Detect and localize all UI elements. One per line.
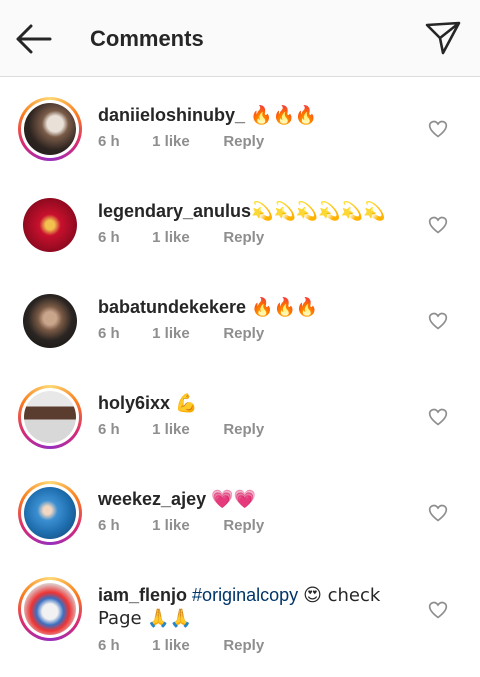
heart-outline-icon[interactable] [428,215,448,235]
comment-item: babatundekekere 🔥🔥🔥 6 h 1 like Reply [0,269,480,365]
comment-username[interactable]: iam_flenjo [98,585,187,605]
avatar [23,198,77,252]
reply-button[interactable]: Reply [223,133,264,150]
back-arrow-icon[interactable] [14,22,54,56]
heart-outline-icon[interactable] [428,119,448,139]
comment-list: daniieloshinuby_ 🔥🔥🔥 6 h 1 like Reply le… [0,77,480,677]
comment-likes[interactable]: 1 like [152,517,219,534]
comment-text: 💗💗 [211,489,256,510]
avatar [24,487,76,539]
avatar [24,583,76,635]
story-ring[interactable] [18,481,82,545]
heart-outline-icon[interactable] [428,407,448,427]
heart-outline-icon[interactable] [428,503,448,523]
comment-text: 🔥🔥🔥 [251,297,319,318]
comment-time: 6 h [98,421,120,438]
comment-username[interactable]: weekez_ajey [98,489,206,509]
story-ring[interactable] [18,577,82,641]
avatar-frame[interactable] [18,289,82,353]
page-title: Comments [90,26,204,51]
reply-button[interactable]: Reply [223,421,264,438]
comment-text: 🔥🔥🔥 [250,105,318,126]
story-ring[interactable] [18,385,82,449]
heart-outline-icon[interactable] [428,311,448,331]
comment-likes[interactable]: 1 like [152,325,219,342]
comment-item: iam_flenjo #originalcopy 😍 check Page 🙏🙏… [0,557,480,677]
comment-time: 6 h [98,229,120,246]
reply-button[interactable]: Reply [223,229,264,246]
comment-item: holy6ixx 💪 6 h 1 like Reply [0,365,480,461]
reply-button[interactable]: Reply [223,517,264,534]
top-bar: Comments [0,0,480,77]
comment-time: 6 h [98,325,120,342]
comment-username[interactable]: holy6ixx [98,393,170,413]
comment-username[interactable]: legendary_anulus [98,201,251,221]
comment-likes[interactable]: 1 like [152,229,219,246]
avatar [24,103,76,155]
avatar [24,391,76,443]
comment-time: 6 h [98,517,120,534]
comment-item: daniieloshinuby_ 🔥🔥🔥 6 h 1 like Reply [0,77,480,173]
comment-username[interactable]: babatundekekere [98,297,246,317]
comment-likes[interactable]: 1 like [152,421,219,438]
avatar-frame[interactable] [18,193,82,257]
story-ring[interactable] [18,97,82,161]
comment-text: 💫💫💫💫💫💫 [251,201,386,222]
comment-item: legendary_anulus💫💫💫💫💫💫 6 h 1 like Reply [0,173,480,269]
comment-time: 6 h [98,133,120,150]
comment-username[interactable]: daniieloshinuby_ [98,105,245,125]
comment-text: 💪 [175,393,198,414]
avatar [23,294,77,348]
comment-likes[interactable]: 1 like [152,133,219,150]
comment-likes[interactable]: 1 like [152,637,219,654]
comment-item: weekez_ajey 💗💗 6 h 1 like Reply [0,461,480,557]
reply-button[interactable]: Reply [223,325,264,342]
heart-outline-icon[interactable] [428,600,448,620]
comment-time: 6 h [98,637,120,654]
hashtag-link[interactable]: #originalcopy [192,585,298,605]
paper-plane-icon[interactable] [424,19,462,57]
reply-button[interactable]: Reply [223,637,264,654]
